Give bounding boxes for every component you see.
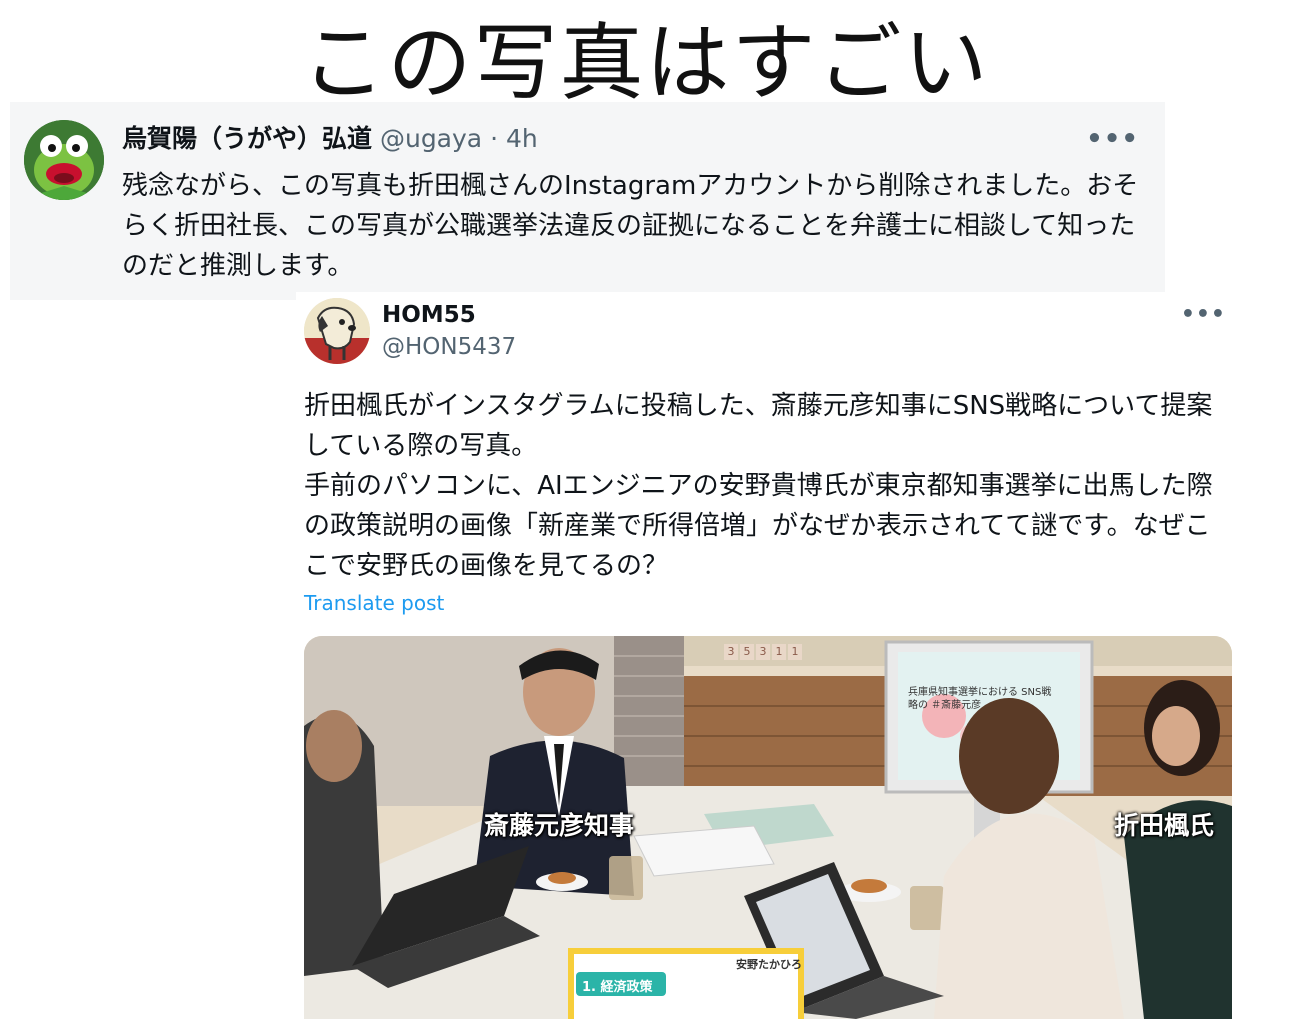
counter-digit: 3 — [724, 644, 738, 660]
quoted-tweet[interactable]: 烏賀陽（うがや）弘道 @ugaya · 4h ••• 残念ながら、この写真も折田… — [10, 102, 1165, 300]
tweet-header: 烏賀陽（うがや）弘道 @ugaya · 4h — [122, 122, 538, 156]
handle[interactable]: @HON5437 — [382, 332, 516, 362]
handle[interactable]: @ugaya — [380, 124, 482, 153]
display-name[interactable]: 烏賀陽（うがや）弘道 — [122, 124, 372, 153]
photo-label-saito: 斎藤元彦知事 — [484, 811, 635, 840]
monitor-slide-text: 兵庫県知事選挙における SNS戦略の ＃斎藤元彦 — [908, 687, 1052, 711]
tweet-paragraph: 折田楓氏がインスタグラムに投稿した、斎藤元彦知事にSNS戦略について提案している… — [304, 391, 1213, 461]
more-dots-icon[interactable]: ••• — [1181, 302, 1226, 327]
counter-digit: 1 — [772, 644, 786, 660]
dog-avatar-icon — [304, 298, 370, 364]
avatar[interactable] — [304, 298, 370, 364]
card-section-title: 1. 経済政策 — [582, 980, 653, 995]
separator: · — [490, 124, 499, 153]
photo-label-orita: 折田楓氏 — [1114, 811, 1215, 840]
card-name: 安野たかひろ — [736, 958, 802, 971]
counter-digit: 1 — [788, 644, 802, 660]
translate-post-link[interactable]: Translate post — [304, 590, 444, 616]
avatar[interactable] — [24, 120, 104, 200]
counter-digit: 3 — [756, 644, 770, 660]
tweet-paragraph: 手前のパソコンに、AIエンジニアの安野貴博氏が東京都知事選挙に出馬した際の政策説… — [304, 471, 1213, 581]
counter-digit: 5 — [740, 644, 754, 660]
headline: この写真はすごい — [301, 14, 990, 112]
more-dots-icon[interactable]: ••• — [1086, 124, 1139, 154]
kermit-avatar-icon — [24, 120, 104, 200]
embedded-tweet[interactable]: HOM55 @HON5437 ••• 折田楓氏がインスタグラムに投稿した、斎藤元… — [296, 292, 1256, 1019]
tweet-photo[interactable]: 3 5 3 1 1 兵庫県知事選挙における SNS戦略の ＃斎藤元彦 斎藤元彦知… — [304, 636, 1232, 1019]
timestamp[interactable]: 4h — [506, 124, 538, 153]
tweet-text: 折田楓氏がインスタグラムに投稿した、斎藤元彦知事にSNS戦略について提案している… — [304, 386, 1234, 586]
display-name[interactable]: HOM55 — [382, 300, 476, 330]
tweet-text: 残念ながら、この写真も折田楓さんのInstagramアカウントから削除されました… — [122, 171, 1139, 281]
